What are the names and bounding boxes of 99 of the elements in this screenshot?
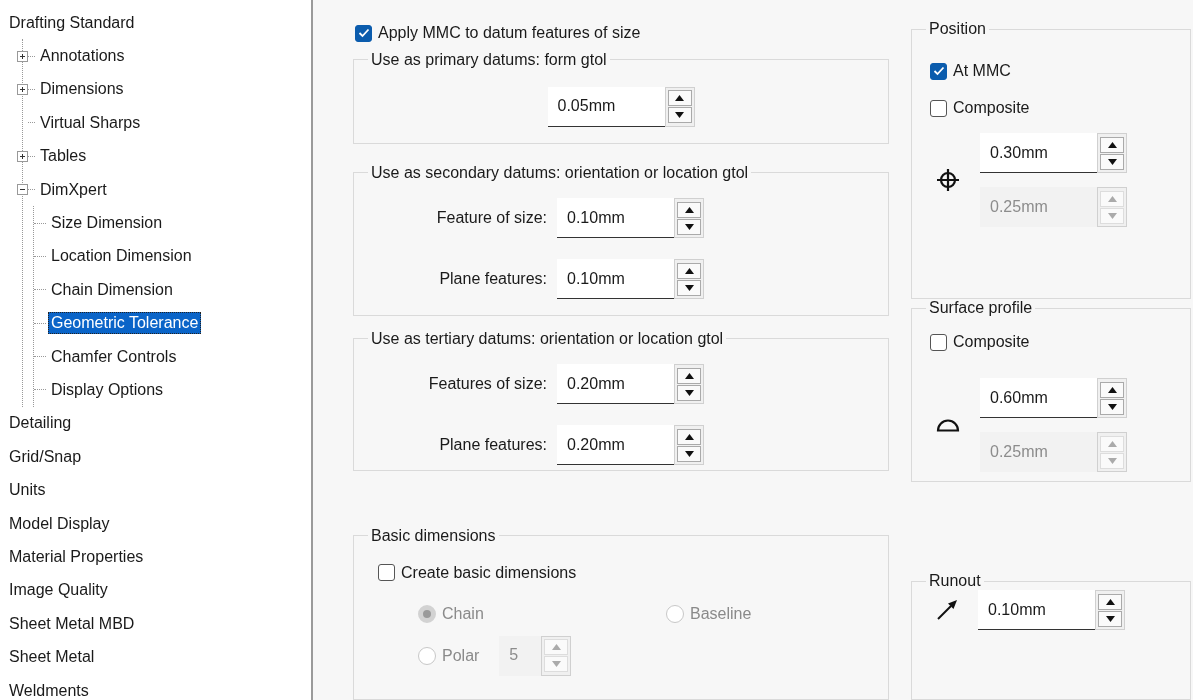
- tree-item[interactable]: Sheet Metal MBD: [6, 612, 138, 635]
- decrement-button[interactable]: [1098, 610, 1122, 627]
- checkbox-label: Create basic dimensions: [401, 563, 577, 582]
- group-title: Basic dimensions: [370, 526, 497, 545]
- tree-item[interactable]: Drafting Standard: [6, 11, 138, 34]
- tree-item[interactable]: Chain Dimension: [48, 278, 176, 301]
- tree-item[interactable]: Detailing: [6, 412, 75, 435]
- spin-field[interactable]: 0.10mm: [557, 198, 674, 238]
- up-triangle-icon: [684, 433, 694, 440]
- down-triangle-icon: [551, 661, 561, 667]
- check-icon: [932, 66, 945, 76]
- tree-item[interactable]: Image Quality: [6, 579, 111, 602]
- tree-item[interactable]: DimXpert: [37, 178, 110, 201]
- down-triangle-icon: [1107, 457, 1117, 464]
- increment-button[interactable]: [677, 428, 701, 445]
- spin-field[interactable]: 0.20mm: [557, 425, 674, 466]
- increment-button[interactable]: [1100, 381, 1124, 398]
- spin-field[interactable]: 0.20mm: [557, 364, 674, 405]
- group-title: Use as tertiary datums: orientation or location gtol: [370, 329, 725, 348]
- up-triangle-icon: [684, 267, 694, 274]
- down-triangle-icon: [1107, 212, 1117, 219]
- decrement-button[interactable]: [677, 279, 701, 296]
- tree-item[interactable]: Annotations: [37, 45, 128, 68]
- tree-item[interactable]: Virtual Sharps: [37, 111, 144, 134]
- spin-field[interactable]: 0.30mm: [980, 133, 1097, 173]
- checkbox[interactable]: [930, 62, 947, 80]
- tree-item[interactable]: Model Display: [6, 512, 113, 535]
- field-label: Features of size:: [428, 375, 547, 394]
- up-triangle-icon: [551, 644, 561, 650]
- group-title: Runout: [928, 572, 982, 591]
- expand-icon[interactable]: [17, 50, 28, 62]
- radio-label: Baseline: [690, 604, 752, 623]
- down-triangle-icon: [684, 284, 694, 291]
- down-triangle-icon: [684, 450, 694, 457]
- checkbox-label: Composite: [953, 99, 1030, 117]
- checkbox[interactable]: [930, 99, 947, 117]
- checkbox-label: Composite: [953, 333, 1030, 352]
- field-label: Plane features:: [439, 436, 547, 455]
- position-symbol-icon: [936, 168, 960, 192]
- decrement-button[interactable]: [677, 445, 701, 462]
- surface-profile-icon: [936, 418, 960, 433]
- tree-item[interactable]: Grid/Snap: [6, 445, 85, 468]
- runout-arrow-icon: [936, 599, 958, 622]
- checkbox-label: At MMC: [953, 62, 1011, 80]
- increment-button[interactable]: [1098, 593, 1122, 610]
- tree-item[interactable]: Display Options: [48, 379, 167, 401]
- tree-item[interactable]: Dimensions: [37, 78, 127, 101]
- increment-button[interactable]: [1100, 136, 1124, 153]
- group-title: Use as secondary datums: orientation or location gtol: [370, 163, 750, 182]
- spin-field[interactable]: 0.10mm: [557, 259, 674, 299]
- decrement-button[interactable]: [677, 384, 701, 401]
- radio-label: Chain: [442, 604, 484, 623]
- increment-button[interactable]: [677, 262, 701, 279]
- spin-field[interactable]: 0.60mm: [980, 378, 1097, 419]
- down-triangle-icon: [675, 112, 684, 119]
- increment-button[interactable]: [677, 201, 701, 218]
- spin-field[interactable]: 0.05mm: [547, 86, 665, 127]
- group-title: Position: [928, 20, 987, 38]
- expand-icon[interactable]: [17, 83, 28, 95]
- tree-item[interactable]: Geometric Tolerance: [48, 312, 202, 335]
- tree-item[interactable]: Material Properties: [6, 545, 147, 568]
- field-label: Plane features:: [439, 270, 547, 288]
- decrement-button[interactable]: [1100, 153, 1124, 170]
- up-triangle-icon: [1107, 440, 1117, 447]
- down-triangle-icon: [1107, 403, 1117, 410]
- up-triangle-icon: [684, 372, 694, 379]
- up-triangle-icon: [1107, 195, 1117, 202]
- tree-item[interactable]: Location Dimension: [48, 245, 195, 268]
- increment-button[interactable]: [677, 367, 701, 384]
- group-title: Surface profile: [928, 299, 1034, 318]
- checkbox[interactable]: [930, 333, 947, 351]
- decrement-button[interactable]: [667, 107, 692, 124]
- spin-field[interactable]: 0.10mm: [978, 590, 1095, 631]
- decrement-button[interactable]: [1100, 398, 1124, 415]
- up-triangle-icon: [1107, 386, 1117, 393]
- up-triangle-icon: [1107, 141, 1117, 148]
- down-triangle-icon: [1105, 615, 1115, 622]
- tree-item[interactable]: Sheet Metal: [6, 646, 98, 669]
- collapse-icon[interactable]: [17, 184, 28, 196]
- down-triangle-icon: [684, 389, 694, 396]
- field-label: Feature of size:: [436, 209, 547, 227]
- group-title: Use as primary datums: form gtol: [370, 50, 608, 69]
- decrement-button[interactable]: [677, 218, 701, 235]
- radio-label: Polar: [442, 646, 480, 665]
- expand-icon[interactable]: [17, 150, 28, 162]
- up-triangle-icon: [684, 206, 694, 213]
- check-icon: [357, 28, 370, 39]
- tree-item[interactable]: Units: [6, 479, 49, 502]
- up-triangle-icon: [675, 95, 684, 102]
- down-triangle-icon: [684, 223, 694, 230]
- down-triangle-icon: [1107, 158, 1117, 165]
- increment-button[interactable]: [667, 90, 692, 107]
- tree-item[interactable]: Weldments: [6, 679, 92, 700]
- checkbox[interactable]: [355, 25, 372, 42]
- tree-item[interactable]: Tables: [37, 145, 90, 168]
- tree-item[interactable]: Chamfer Controls: [48, 345, 180, 368]
- tree-item[interactable]: Size Dimension: [48, 212, 166, 235]
- checkbox-label: Apply MMC to datum features of size: [378, 24, 641, 43]
- up-triangle-icon: [1105, 598, 1115, 605]
